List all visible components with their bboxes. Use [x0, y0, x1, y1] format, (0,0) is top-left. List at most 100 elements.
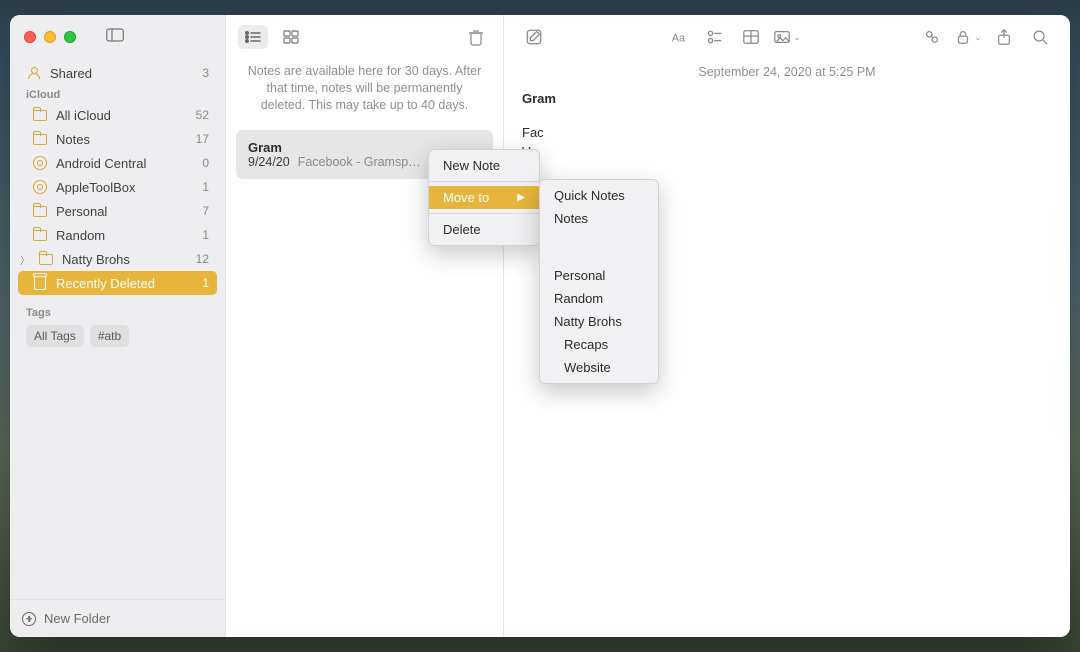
- chevron-down-icon: ⌄: [793, 32, 801, 43]
- app-window: Shared 3 iCloud All iCloud 52 Notes 17 A…: [10, 15, 1070, 637]
- ctx-delete[interactable]: Delete: [429, 218, 539, 241]
- sidebar-item-all-icloud[interactable]: All iCloud 52: [18, 103, 217, 127]
- sidebar-item-count: 12: [196, 252, 209, 266]
- ctx-move-natty-brohs[interactable]: Natty Brohs: [540, 310, 658, 333]
- sidebar-item-label: All iCloud: [56, 108, 188, 123]
- sidebar-item-label: Shared: [50, 66, 194, 81]
- sidebar-item-count: 17: [196, 132, 209, 146]
- table-button[interactable]: [735, 24, 767, 50]
- ctx-item-label: Natty Brohs: [554, 314, 622, 329]
- ctx-move-website[interactable]: Website: [540, 356, 658, 379]
- sidebar-item-personal[interactable]: Personal 7: [18, 199, 217, 223]
- editor-toolbar: Aa ⌄ ⌄: [504, 15, 1070, 59]
- note-line: Fac: [522, 123, 1052, 143]
- folder-icon: [32, 134, 48, 145]
- gear-icon: [32, 156, 48, 170]
- tags-list: All Tags #atb: [16, 321, 219, 351]
- sidebar-item-count: 0: [202, 156, 209, 170]
- media-button[interactable]: ⌄: [771, 24, 803, 50]
- plus-circle-icon: [22, 612, 36, 626]
- folder-icon: [32, 110, 48, 121]
- note-body[interactable]: Gram Fac Ve: [504, 79, 1070, 172]
- folder-icon: [32, 206, 48, 217]
- new-folder-label: New Folder: [44, 611, 110, 626]
- tag-atb[interactable]: #atb: [90, 325, 129, 347]
- sidebar-item-label: Personal: [56, 204, 194, 219]
- folder-icon: [32, 230, 48, 241]
- chevron-right-icon: ▶: [497, 192, 525, 203]
- ctx-item-label: Quick Notes: [554, 188, 625, 203]
- gear-icon: [32, 180, 48, 194]
- sidebar-list: Shared 3 iCloud All iCloud 52 Notes 17 A…: [10, 59, 225, 599]
- section-tags-label: Tags: [16, 303, 219, 321]
- chevron-right-icon[interactable]: 〉: [20, 252, 30, 267]
- ctx-item-label: Move to: [443, 190, 489, 205]
- ctx-move-personal[interactable]: Personal: [540, 264, 658, 287]
- sidebar-item-shared[interactable]: Shared 3: [18, 61, 217, 85]
- sidebar-item-recently-deleted[interactable]: Recently Deleted 1: [18, 271, 217, 295]
- notes-list-pane: Notes are available here for 30 days. Af…: [226, 15, 504, 637]
- sidebar-item-label: Natty Brohs: [62, 252, 188, 267]
- new-folder-button[interactable]: New Folder: [10, 599, 225, 637]
- sidebar-item-label: AppleToolBox: [56, 180, 194, 195]
- trash-icon: [32, 277, 48, 290]
- context-menu: New Note Move to ▶ Delete: [428, 149, 540, 246]
- sidebar-item-count: 7: [202, 204, 209, 218]
- link-button[interactable]: [916, 24, 948, 50]
- sidebar: Shared 3 iCloud All iCloud 52 Notes 17 A…: [10, 15, 226, 637]
- sidebar-item-natty-brohs[interactable]: 〉 Natty Brohs 12: [18, 247, 217, 271]
- sidebar-item-label: Random: [56, 228, 194, 243]
- zoom-window-button[interactable]: [64, 31, 76, 43]
- search-button[interactable]: [1024, 24, 1056, 50]
- folder-icon: [38, 254, 54, 265]
- ctx-item-label: Random: [554, 291, 603, 306]
- context-submenu-move-to: Quick Notes Notes Personal Random Natty …: [539, 179, 659, 384]
- sidebar-item-label: Notes: [56, 132, 188, 147]
- ctx-separator: [429, 213, 539, 214]
- minimize-window-button[interactable]: [44, 31, 56, 43]
- delete-note-button[interactable]: [461, 25, 491, 49]
- sidebar-item-android-central[interactable]: Android Central 0: [18, 151, 217, 175]
- svg-text:Aa: Aa: [672, 33, 685, 45]
- sidebar-item-count: 1: [202, 180, 209, 194]
- sidebar-item-notes[interactable]: Notes 17: [18, 127, 217, 151]
- ctx-move-random[interactable]: Random: [540, 287, 658, 310]
- ctx-move-recaps[interactable]: Recaps: [540, 333, 658, 356]
- view-list-button[interactable]: [238, 25, 268, 49]
- note-title: Gram: [522, 89, 1052, 109]
- chevron-down-icon: ⌄: [974, 32, 982, 43]
- ctx-item-label: Delete: [443, 222, 481, 237]
- compose-button[interactable]: [518, 24, 550, 50]
- sidebar-item-count: 52: [196, 108, 209, 122]
- sidebar-item-count: 1: [202, 276, 209, 290]
- note-item-date: 9/24/20: [248, 155, 290, 169]
- shared-icon: [26, 67, 42, 79]
- view-gallery-button[interactable]: [276, 25, 306, 49]
- section-icloud-label: iCloud: [16, 85, 219, 103]
- sidebar-item-count: 3: [202, 66, 209, 80]
- sidebar-item-label: Recently Deleted: [56, 276, 194, 291]
- note-timestamp: September 24, 2020 at 5:25 PM: [504, 65, 1070, 79]
- deletion-notice: Notes are available here for 30 days. Af…: [226, 59, 503, 126]
- format-text-button[interactable]: Aa: [663, 24, 695, 50]
- ctx-item-label: Personal: [554, 268, 605, 283]
- lock-button[interactable]: ⌄: [952, 24, 984, 50]
- close-window-button[interactable]: [24, 31, 36, 43]
- share-button[interactable]: [988, 24, 1020, 50]
- toggle-sidebar-button[interactable]: [106, 28, 124, 47]
- list-toolbar: [226, 15, 503, 59]
- sidebar-item-label: Android Central: [56, 156, 194, 171]
- ctx-new-note[interactable]: New Note: [429, 154, 539, 177]
- ctx-item-label: Notes: [554, 211, 588, 226]
- note-item-preview: Facebook - Gramsp…: [298, 155, 421, 169]
- tag-all[interactable]: All Tags: [26, 325, 84, 347]
- sidebar-item-appletoolbox[interactable]: AppleToolBox 1: [18, 175, 217, 199]
- titlebar: [10, 15, 225, 59]
- note-line: Ve: [522, 142, 1052, 162]
- checklist-button[interactable]: [699, 24, 731, 50]
- ctx-move-quick-notes[interactable]: Quick Notes: [540, 184, 658, 207]
- ctx-item-label: Website: [564, 360, 611, 375]
- ctx-move-notes[interactable]: Notes: [540, 207, 658, 230]
- ctx-move-to[interactable]: Move to ▶: [429, 186, 539, 209]
- sidebar-item-random[interactable]: Random 1: [18, 223, 217, 247]
